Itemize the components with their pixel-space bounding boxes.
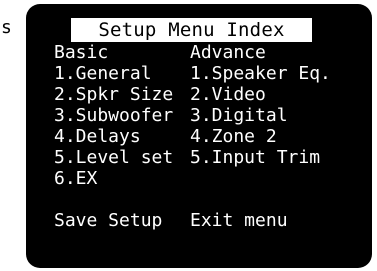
save-setup-button[interactable]: Save Setup	[54, 210, 190, 231]
advance-item-input-trim[interactable]: 5.Input Trim	[190, 147, 320, 168]
basic-item-delays[interactable]: 4.Delays	[54, 126, 190, 147]
basic-item-ex[interactable]: 6.EX	[54, 168, 190, 189]
osd-screen: Setup Menu Index Basic Advance 1.General…	[26, 4, 372, 268]
basic-item-subwoofer[interactable]: 3.Subwoofer	[54, 105, 190, 126]
column-header-row: Basic Advance	[54, 42, 331, 63]
menu-row-4: 4.Delays 4.Zone 2	[54, 126, 331, 147]
basic-item-spkr-size[interactable]: 2.Spkr Size	[54, 84, 190, 105]
advance-header: Advance	[190, 42, 266, 63]
cropped-edge-text: s	[1, 17, 12, 38]
menu-spacer	[54, 189, 331, 210]
menu-row-2: 2.Spkr Size 2.Video	[54, 84, 331, 105]
basic-header: Basic	[54, 42, 109, 63]
advance-item-speaker-eq[interactable]: 1.Speaker Eq.	[190, 63, 331, 84]
exit-menu-button[interactable]: Exit menu	[190, 210, 288, 231]
menu-row-3: 3.Subwoofer 3.Digital	[54, 105, 331, 126]
menu-row-1: 1.General 1.Speaker Eq.	[54, 63, 331, 84]
advance-item-digital[interactable]: 3.Digital	[190, 105, 288, 126]
menu-grid: Basic Advance 1.General 1.Speaker Eq. 2.…	[54, 42, 331, 231]
menu-title: Setup Menu Index	[71, 18, 312, 42]
menu-row-5: 5.Level set 5.Input Trim	[54, 147, 331, 168]
action-row: Save Setup Exit menu	[54, 210, 331, 231]
advance-item-zone-2[interactable]: 4.Zone 2	[190, 126, 277, 147]
basic-item-level-set[interactable]: 5.Level set	[54, 147, 190, 168]
basic-item-general[interactable]: 1.General	[54, 63, 190, 84]
menu-row-6: 6.EX	[54, 168, 331, 189]
advance-item-video[interactable]: 2.Video	[190, 84, 266, 105]
